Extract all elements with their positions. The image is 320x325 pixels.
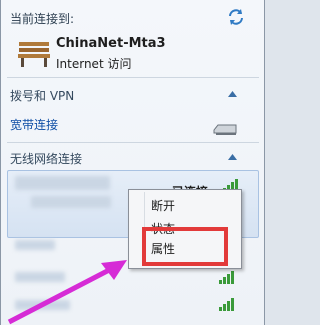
wireless-section-header[interactable]: 无线网络连接 — [1, 145, 264, 171]
divider — [7, 142, 259, 143]
blurred-network-name — [15, 176, 110, 190]
refresh-arrows-icon[interactable] — [227, 8, 245, 26]
connected-to-label: 当前连接到: — [10, 12, 75, 26]
divider — [7, 77, 259, 78]
dialup-vpn-section-header[interactable]: 拨号和 VPN — [1, 82, 264, 108]
blurred-network-detail — [31, 196, 111, 208]
chevron-up-icon — [228, 91, 237, 97]
section-title: 拨号和 VPN — [10, 89, 75, 103]
signal-strength-icon — [219, 270, 237, 284]
bench-network-icon — [18, 42, 50, 67]
modem-icon — [213, 124, 237, 135]
pointer-arrow-icon — [7, 260, 127, 325]
signal-strength-icon — [219, 297, 237, 311]
chevron-up-icon — [228, 154, 237, 160]
broadband-connection-link[interactable]: 宽带连接 — [10, 116, 58, 133]
menu-item-disconnect[interactable]: 断开 — [151, 197, 175, 214]
network-access-status: Internet 访问 — [56, 57, 132, 71]
properties-highlight-box — [142, 227, 228, 266]
network-name: ChinaNet-Mta3 — [56, 36, 166, 51]
section-title: 无线网络连接 — [10, 152, 83, 166]
network-flyout-panel: 当前连接到: ChinaNet-Mta3 Internet 访问 拨号和 VPN… — [0, 0, 265, 325]
